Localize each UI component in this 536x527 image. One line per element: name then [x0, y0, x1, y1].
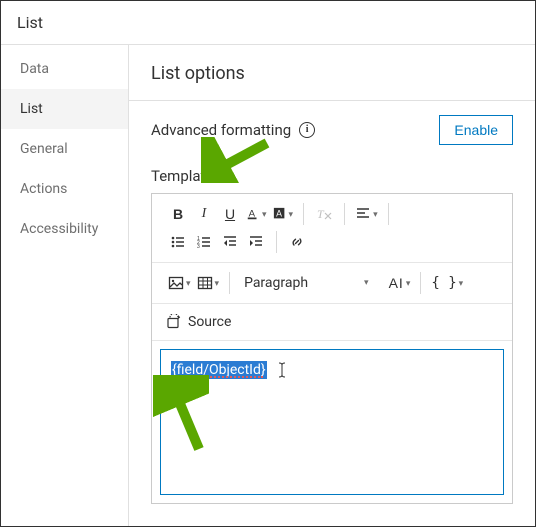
bullet-list-button[interactable] [166, 230, 190, 254]
font-color-icon: A [246, 207, 260, 221]
braces-label: { } [431, 275, 456, 291]
sidebar-item-general[interactable]: General [1, 129, 128, 169]
source-button[interactable]: Source [160, 310, 237, 334]
sidebar-item-list[interactable]: List [1, 89, 128, 129]
chevron-down-icon: ▾ [215, 278, 220, 289]
advanced-formatting-label: Advanced formatting [151, 121, 291, 139]
sidebar-item-actions[interactable]: Actions [1, 169, 128, 209]
clear-formatting-button[interactable]: T [312, 202, 336, 226]
sidebar-item-label: Accessibility [20, 221, 98, 237]
sidebar-item-accessibility[interactable]: Accessibility [1, 209, 128, 249]
editor-toolbar-row3: Source [152, 304, 512, 341]
align-left-icon [355, 206, 371, 222]
table-icon [197, 275, 213, 291]
window-title: List [1, 1, 535, 45]
link-button[interactable] [285, 230, 309, 254]
numbered-list-icon: 123 [196, 234, 212, 250]
editor-toolbar-row2: ▾ ▾ Paragraph ▾ [152, 263, 512, 304]
source-icon [166, 314, 182, 330]
chevron-down-icon: ▾ [373, 209, 378, 220]
indent-button[interactable] [244, 230, 268, 254]
content-title: List options [151, 63, 513, 84]
paragraph-style-label: Paragraph [244, 275, 308, 291]
numbered-list-button[interactable]: 123 [192, 230, 216, 254]
outdent-button[interactable] [218, 230, 242, 254]
font-size-button[interactable]: AI ▾ [387, 271, 413, 295]
advanced-formatting-label-group: Advanced formatting i [151, 121, 315, 139]
rich-text-editor: B I U A ▾ A ▾ [151, 193, 513, 504]
source-label: Source [188, 314, 231, 330]
italic-button[interactable]: I [192, 202, 216, 226]
chevron-down-icon: ▾ [186, 278, 191, 289]
indent-icon [248, 234, 264, 250]
font-size-label: AI [389, 275, 404, 291]
image-icon [168, 275, 184, 291]
divider [129, 100, 535, 101]
sidebar: Data List General Actions Accessibility [1, 45, 129, 526]
template-label: Template [151, 167, 513, 185]
editor-textarea[interactable]: {field/ObjectId} [160, 349, 504, 495]
sidebar-item-data[interactable]: Data [1, 49, 128, 89]
font-color-button[interactable]: A ▾ [244, 202, 269, 226]
svg-text:3: 3 [197, 244, 200, 250]
underline-button[interactable]: U [218, 202, 242, 226]
outdent-icon [222, 234, 238, 250]
window-body: Data List General Actions Accessibility … [1, 45, 535, 526]
svg-text:A: A [276, 209, 282, 219]
highlight-button[interactable]: A ▾ [271, 202, 296, 226]
advanced-formatting-row: Advanced formatting i Enable [151, 115, 513, 145]
bullet-list-icon [170, 234, 186, 250]
insert-field-button[interactable]: { } ▾ [429, 271, 465, 295]
svg-text:T: T [317, 207, 325, 221]
chevron-down-icon: ▾ [459, 278, 464, 289]
config-window: List Data List General Actions Accessibi… [0, 0, 536, 527]
chevron-down-icon: ▾ [364, 278, 369, 288]
paragraph-style-select[interactable]: Paragraph ▾ [238, 271, 375, 295]
info-icon[interactable]: i [299, 122, 315, 138]
chevron-down-icon: ▾ [262, 209, 267, 220]
chevron-down-icon: ▾ [289, 209, 294, 220]
sidebar-item-label: Data [20, 61, 49, 77]
selected-expression[interactable]: {field/ObjectId} [171, 361, 267, 379]
enable-button[interactable]: Enable [439, 115, 513, 145]
clear-format-icon: T [316, 206, 332, 222]
editor-toolbar: B I U A ▾ A ▾ [152, 194, 512, 263]
bold-button[interactable]: B [166, 202, 190, 226]
content-pane: List options Advanced formatting i Enabl… [129, 45, 535, 526]
text-cursor-icon [276, 361, 288, 379]
table-button[interactable]: ▾ [195, 271, 222, 295]
image-button[interactable]: ▾ [166, 271, 193, 295]
sidebar-item-label: Actions [20, 181, 67, 197]
highlight-icon: A [273, 207, 287, 221]
align-button[interactable]: ▾ [353, 202, 380, 226]
sidebar-item-label: General [20, 141, 68, 157]
chevron-down-icon: ▾ [406, 278, 411, 289]
sidebar-item-label: List [20, 101, 43, 117]
link-icon [289, 234, 305, 250]
